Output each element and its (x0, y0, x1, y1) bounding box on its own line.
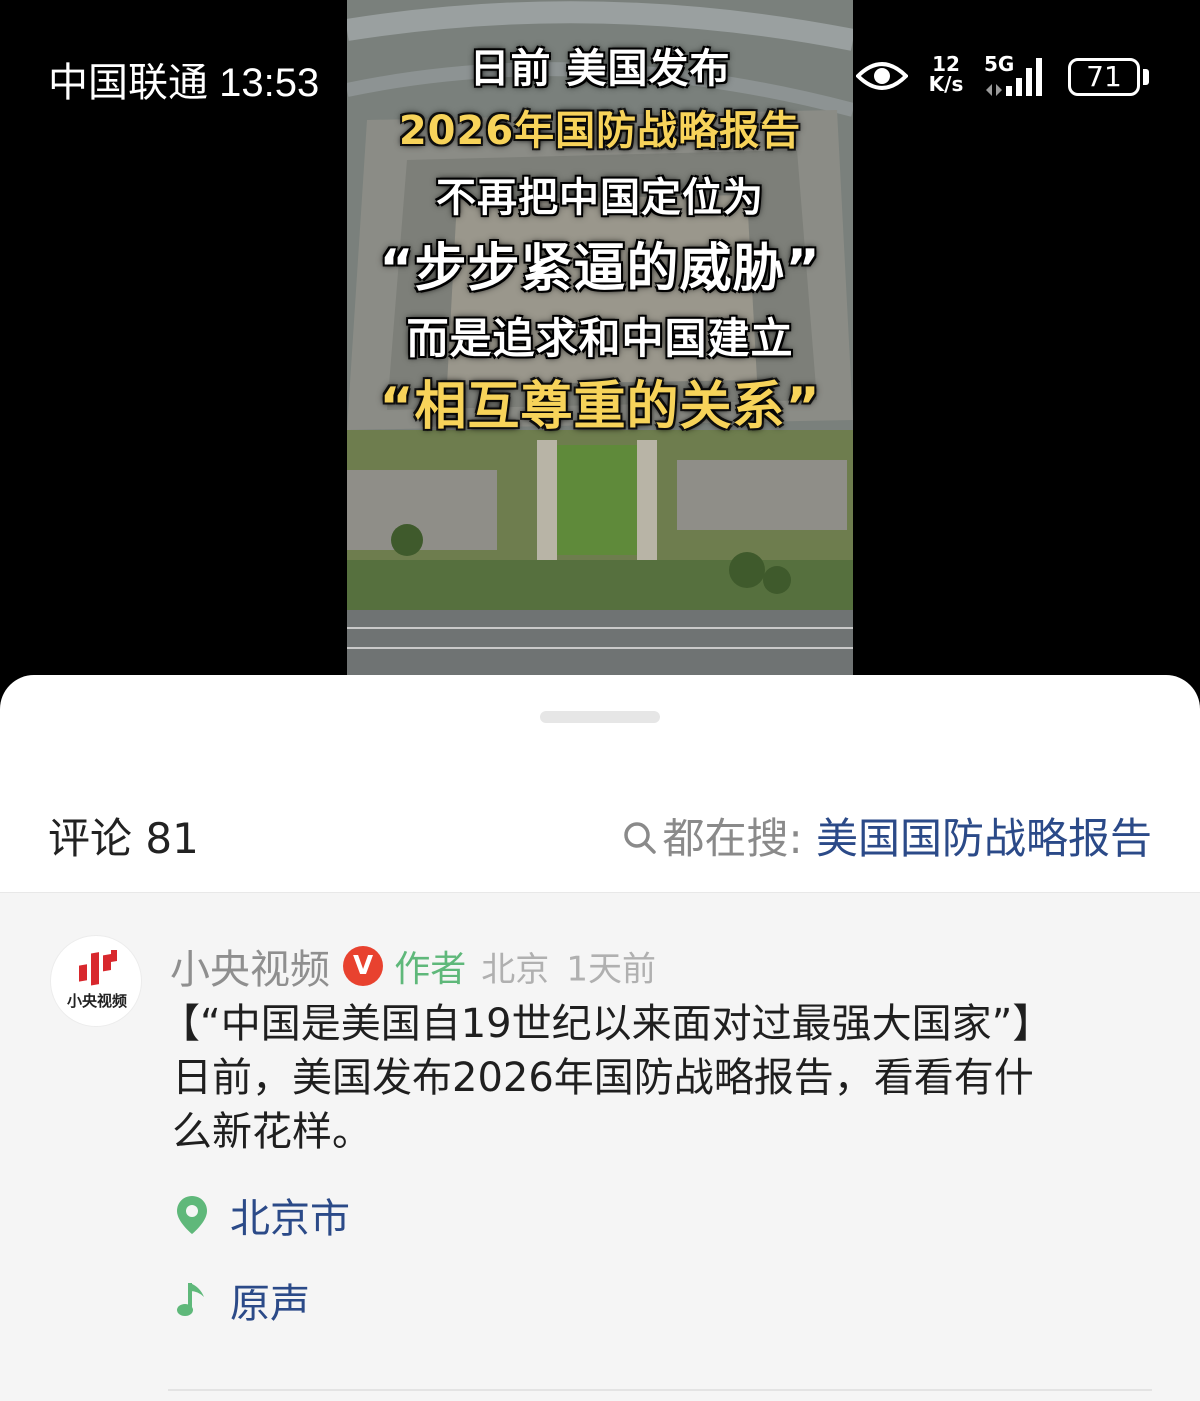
verified-badge-icon: V (343, 946, 384, 986)
net-speed: 12 K/s (922, 54, 970, 94)
net-speed-unit: K/s (928, 72, 964, 96)
comment-body-line-1: 【“中国是美国自19世纪以来面对过最强大国家”】 (160, 1001, 1053, 1047)
avatar[interactable]: 小央视频 (50, 935, 142, 1027)
video-caption-3: 不再把中国定位为 (436, 175, 764, 221)
eye-icon (856, 62, 908, 90)
sound-tag[interactable]: 原声 (174, 1272, 310, 1328)
location-pin-icon (177, 1196, 207, 1234)
video-caption-4: “步步紧逼的威胁” (379, 239, 821, 299)
video-caption-6: “相互尊重的关系” (379, 377, 821, 437)
author-name[interactable]: 小央视频 (170, 947, 330, 993)
comment-location: 北京 (481, 949, 550, 990)
battery-indicator: 71 (1068, 58, 1140, 96)
comment-sheet-header: 评论 81 都在搜: 美国国防战略报告 (0, 785, 1200, 889)
comment-body: 【“中国是美国自19世纪以来面对过最强大国家”】 日前，美国发布2026年国防战… (160, 997, 1160, 1159)
net-speed-value: 12 (932, 52, 960, 76)
signal-icon (986, 58, 1042, 96)
comment-body-line-2: 日前，美国发布2026年国防战略报告，看看有什 (172, 1055, 1034, 1101)
sheet-drag-handle[interactable] (540, 711, 660, 723)
status-bar: 中国联通 13:53 12 K/s 5G 71 (0, 0, 1200, 140)
hot-search-prefix: 都在搜: (662, 814, 803, 863)
hot-search-term[interactable]: 美国国防战略报告 (816, 814, 1152, 863)
comment-meta: 小央视频 V 作者 北京 1天前 (170, 937, 657, 993)
music-note-icon (177, 1283, 204, 1316)
location-tag[interactable]: 北京市 (174, 1187, 350, 1243)
comment-time: 1天前 (566, 949, 657, 990)
comment-body-line-3: 么新花样。 (172, 1109, 372, 1155)
channel-logo-icon (79, 950, 117, 986)
video-caption-5: 而是追求和中国建立 (406, 314, 794, 363)
carrier-time: 中国联通 13:53 (48, 61, 320, 105)
sound-tag-label: 原声 (230, 1281, 310, 1327)
author-tag: 作者 (394, 949, 467, 990)
search-icon (624, 822, 657, 854)
screen: 日前 美国发布 2026年国防战略报告 不再把中国定位为 “步步紧逼的威胁” 而… (0, 0, 1200, 1401)
comment-count: 评论 81 (48, 814, 199, 863)
comment-sheet: 评论 81 都在搜: 美国国防战略报告 小央视频 小央视频 V 作者 北京 1天… (0, 675, 1200, 1401)
avatar-text: 小央视频 (66, 992, 127, 1010)
hot-search-link[interactable]: 都在搜: 美国国防战略报告 (622, 805, 1152, 866)
location-tag-label: 北京市 (230, 1196, 350, 1242)
divider (168, 1389, 1152, 1391)
battery-tip (1143, 69, 1149, 85)
